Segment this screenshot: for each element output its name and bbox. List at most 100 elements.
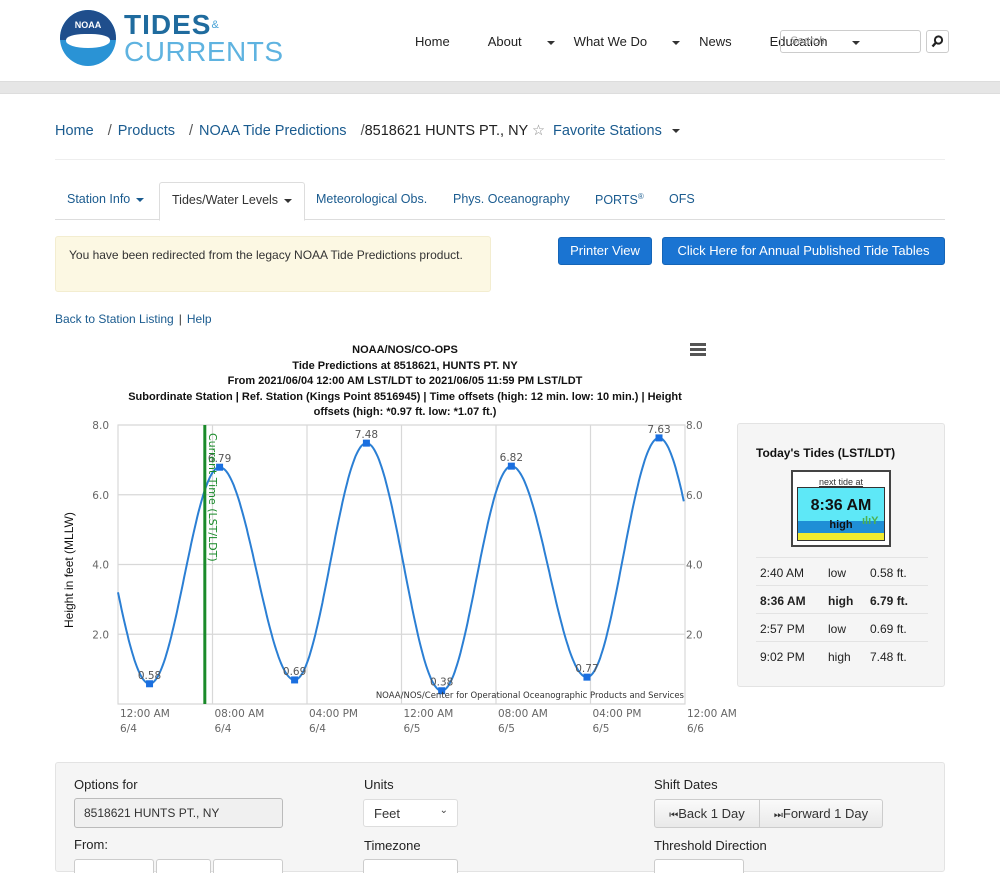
from-month-input[interactable] [74, 859, 154, 873]
x-tick-label-date: 6/5 [593, 723, 610, 735]
plot-area [117, 424, 686, 705]
tide-height: 6.79 ft. [870, 594, 909, 608]
next-tide-time: 8:36 AM [810, 497, 872, 514]
next-tide-label: next tide at [818, 477, 864, 487]
tide-extreme-marker [655, 434, 663, 442]
tide-time: 9:02 PM [760, 650, 805, 664]
star-icon[interactable]: ☆ [532, 123, 545, 139]
tide-type: low [828, 622, 847, 636]
from-day-input[interactable] [156, 859, 211, 873]
options-panel: Options for 8518621 HUNTS PT., NY From: … [55, 762, 945, 873]
tab-ofs[interactable]: OFS [657, 182, 707, 220]
nav-about[interactable]: About [488, 34, 555, 49]
help-link[interactable]: Help [187, 312, 212, 326]
timezone-select[interactable] [363, 859, 458, 873]
back-to-station-listing-link[interactable]: Back to Station Listing [55, 312, 174, 326]
x-tick-label-date: 6/5 [498, 723, 515, 735]
tide-row: 9:02 PM high 7.48 ft. [756, 641, 928, 669]
tide-time: 8:36 AM [760, 594, 806, 608]
x-tick-label-time: 12:00 AM [120, 708, 170, 720]
annual-tide-tables-button[interactable]: Click Here for Annual Published Tide Tab… [662, 237, 945, 265]
breadcrumb-current-station: 8518621 HUNTS PT., NY [364, 123, 528, 139]
breadcrumb-home[interactable]: Home [55, 123, 94, 139]
chart-title-line: NOAA/NOS/CO-OPS [352, 344, 458, 356]
x-tick-label-date: 6/4 [120, 723, 137, 735]
x-tick-label-time: 08:00 AM [215, 708, 265, 720]
forward-1-day-button[interactable]: ⏭Forward 1 Day [759, 799, 883, 828]
header-divider-bar [0, 82, 1000, 94]
units-label: Units [364, 777, 394, 792]
nav-news[interactable]: News [699, 34, 751, 49]
tab-phys-oceanography[interactable]: Phys. Oceanography [441, 182, 582, 220]
tide-height: 7.48 ft. [870, 650, 907, 664]
tide-time: 2:40 AM [760, 566, 805, 580]
skip-forward-icon: ⏭ [773, 810, 783, 821]
tide-extreme-label: 0.77 [575, 663, 598, 675]
tide-extreme-marker [362, 439, 370, 447]
nav-home[interactable]: Home [415, 34, 469, 49]
search-input[interactable]: Search [780, 30, 921, 53]
units-select[interactable]: Feet ⌄ [363, 799, 458, 827]
tide-row: 2:40 AM low 0.58 ft. [756, 557, 928, 585]
breadcrumb: Home / Products / NOAA Tide Predictions /8… [55, 123, 680, 139]
tide-height: 0.58 ft. [870, 566, 907, 580]
printer-view-button[interactable]: Printer View [558, 237, 652, 265]
tab-ports[interactable]: PORTS® [583, 182, 656, 220]
timezone-label: Timezone [364, 838, 421, 853]
breadcrumb-products[interactable]: Products [118, 123, 175, 139]
chart-title-line: Tide Predictions at 8518621, HUNTS PT. N… [292, 359, 518, 372]
y-tick-label-right: 8.0 [686, 420, 703, 432]
tide-extreme-label: 7.63 [647, 424, 670, 436]
tide-extreme-marker [583, 673, 591, 681]
logo-title-currents: CURRENTS [124, 35, 284, 67]
noaa-logo-icon: NOAA [60, 10, 116, 66]
tab-meteorological-obs[interactable]: Meteorological Obs. [304, 182, 439, 220]
tide-extreme-label: 0.38 [430, 677, 453, 689]
tide-extreme-marker [216, 463, 224, 471]
site-header: NOAA TIDES& CURRENTS Home About What We … [0, 0, 1000, 82]
from-year-input[interactable] [213, 859, 283, 873]
x-tick-label-time: 08:00 AM [498, 708, 548, 720]
tides-currents-logo[interactable]: NOAA TIDES& CURRENTS [60, 10, 284, 66]
seagrass-icon: ılıY [862, 515, 879, 527]
y-axis-label: Height in feet (MLLW) [62, 512, 76, 628]
search-button[interactable] [926, 30, 949, 53]
tide-extreme-marker [291, 676, 299, 684]
tide-extreme-marker [507, 462, 515, 470]
station-input[interactable]: 8518621 HUNTS PT., NY [74, 798, 283, 828]
tide-type: high [828, 650, 851, 664]
threshold-direction-label: Threshold Direction [654, 838, 767, 853]
y-tick-label-left: 6.0 [92, 490, 109, 502]
redirect-alert: You have been redirected from the legacy… [55, 236, 491, 292]
y-tick-label-left: 8.0 [92, 420, 109, 432]
shift-dates-label: Shift Dates [654, 777, 718, 792]
tide-extreme-label: 0.69 [283, 666, 306, 678]
tide-row: 8:36 AM high 6.79 ft. [756, 585, 928, 613]
current-time-label: Current Time (LST/LDT) [206, 433, 219, 562]
from-label: From: [74, 837, 108, 852]
x-tick-label-date: 6/4 [309, 723, 326, 735]
nav-what-we-do[interactable]: What We Do [574, 34, 681, 49]
favorite-stations-dropdown[interactable]: Favorite Stations [553, 123, 680, 139]
tide-extreme-label: 6.82 [500, 452, 523, 464]
threshold-direction-select[interactable] [654, 859, 744, 873]
options-for-label: Options for [74, 777, 138, 792]
todays-tides-title: Today's Tides (LST/LDT) [756, 446, 896, 460]
tide-extreme-marker [146, 680, 154, 688]
divider [55, 159, 945, 160]
y-tick-label-right: 6.0 [686, 490, 703, 502]
chart-menu-icon[interactable] [690, 343, 706, 358]
back-1-day-button[interactable]: ⏮Back 1 Day [654, 799, 760, 828]
x-tick-label-date: 6/5 [404, 723, 421, 735]
sand-graphic [798, 533, 884, 540]
x-tick-label-date: 6/4 [215, 723, 232, 735]
y-tick-label-right: 2.0 [686, 629, 703, 641]
tab-station-info[interactable]: Station Info [55, 182, 156, 220]
next-tide-widget: next tide at 8:36 AM high ılıY [791, 470, 891, 547]
caret-down-icon [136, 197, 145, 202]
breadcrumb-tide-predictions[interactable]: NOAA Tide Predictions [199, 123, 347, 139]
caret-down-icon [284, 198, 293, 203]
caret-down-icon [672, 40, 681, 45]
tab-tides-water-levels[interactable]: Tides/Water Levels [159, 182, 306, 221]
tide-prediction-line [117, 436, 685, 692]
